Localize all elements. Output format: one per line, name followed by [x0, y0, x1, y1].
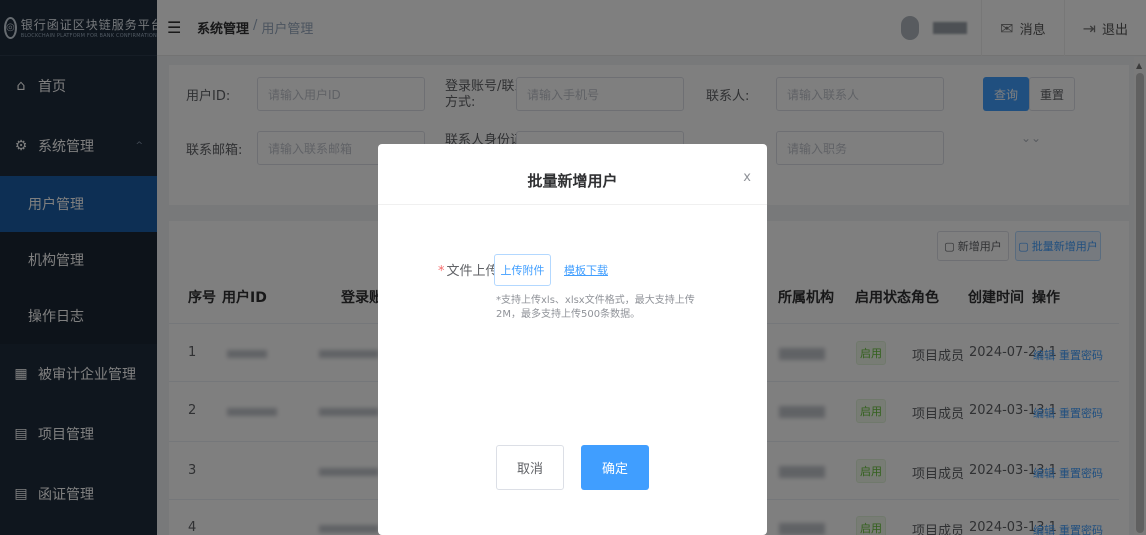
upload-attachment-button[interactable]: 上传附件 [494, 254, 551, 286]
cancel-button[interactable]: 取消 [496, 445, 564, 490]
dialog-divider [378, 204, 767, 205]
required-mark: * [438, 264, 445, 279]
upload-tip: *支持上传xls、xlsx文件格式，最大支持上传2M，最多支持上传500条数据。 [496, 295, 695, 320]
close-icon[interactable]: x [743, 170, 751, 185]
dialog-title: 批量新增用户 [527, 172, 618, 190]
batch-add-user-dialog: 批量新增用户 x * 文件上传: 上传附件 模板下载 *支持上传xls、xlsx文… [378, 144, 767, 535]
confirm-button[interactable]: 确定 [581, 445, 649, 490]
template-download-link[interactable]: 模板下载 [564, 262, 608, 278]
